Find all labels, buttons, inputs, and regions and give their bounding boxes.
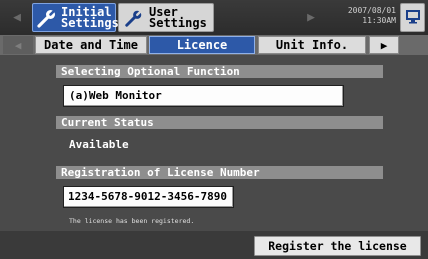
top-bar: ◀ Initial Settings User Settings ▶ 2007/… [0,0,428,35]
monitor-button[interactable] [400,3,425,32]
current-status-header: Current Status [56,116,383,129]
initial-settings-label-line2: Settings [61,15,119,30]
register-license-button[interactable]: Register the license [254,236,421,256]
tab-scroll-left-button[interactable]: ◀ [3,36,33,54]
optional-function-header: Selecting Optional Function [56,65,383,78]
tab-licence[interactable]: Licence [149,36,255,54]
registration-header: Registration of License Number [56,166,383,179]
user-settings-label-line2: Settings [149,15,207,30]
license-number-field[interactable]: 1234-5678-9012-3456-7890 [63,186,234,208]
initial-settings-button[interactable]: Initial Settings [32,3,119,32]
time-text: 11:30AM [362,16,396,25]
wrench-icon [36,6,58,30]
monitor-icon [404,7,422,29]
tab-scroll-right-button[interactable]: ▶ [369,36,399,54]
current-status-value: Available [69,138,129,151]
tab-unit-info[interactable]: Unit Info. [258,36,366,54]
wrench-icon [122,6,146,30]
tab-bar: ◀ Date and Time Licence Unit Info. ▶ [0,35,428,55]
top-left-arrow-button[interactable]: ◀ [4,4,30,31]
optional-function-selector[interactable]: (a)Web Monitor [63,85,344,107]
registered-message: The license has been registered. [69,217,195,225]
tab-date-and-time[interactable]: Date and Time [35,36,147,54]
top-right-arrow-button[interactable]: ▶ [298,4,324,31]
date-text: 2007/08/01 [347,6,396,15]
datetime-display: 2007/08/01 11:30AM [330,6,396,26]
screen: ◀ Initial Settings User Settings ▶ 2007/… [0,0,428,259]
user-settings-button[interactable]: User Settings [118,3,214,32]
